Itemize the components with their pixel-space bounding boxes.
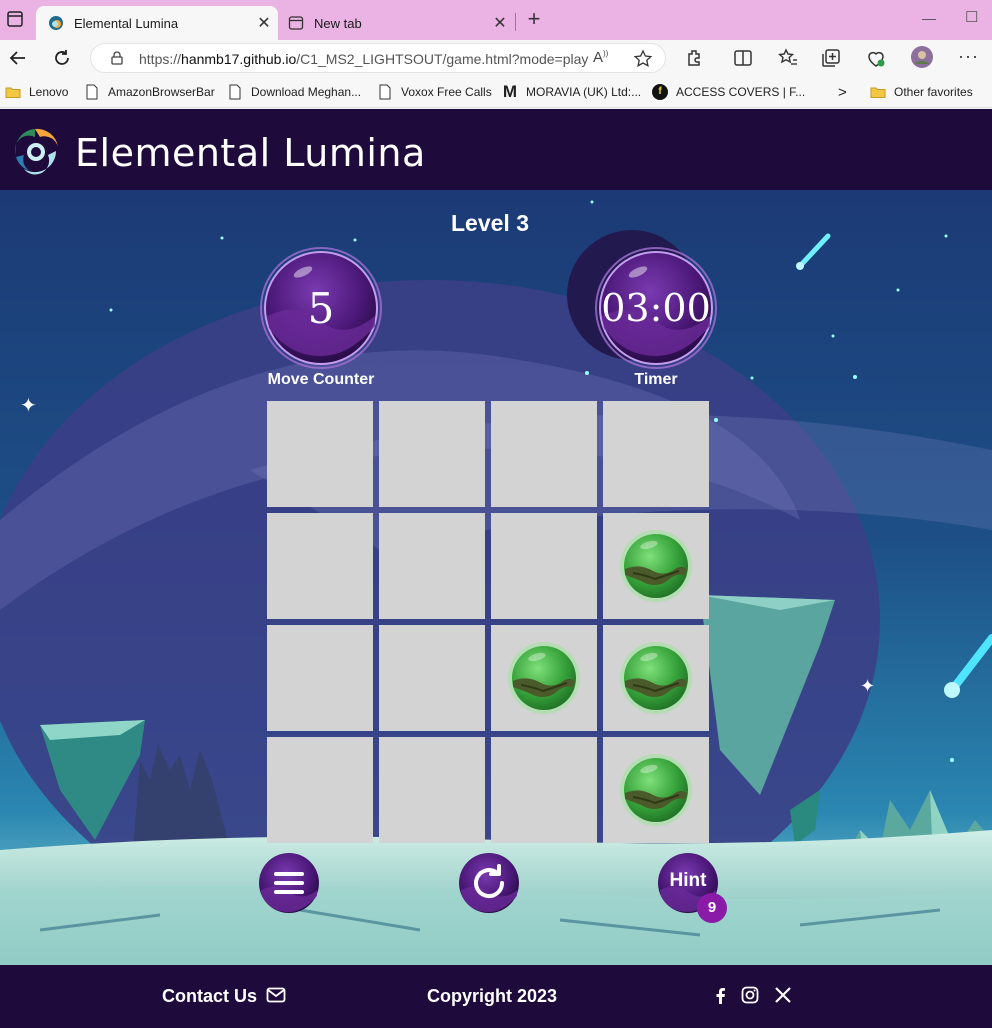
favorite-label: Other favorites — [894, 85, 973, 99]
favorite-lenovo[interactable]: Lenovo — [5, 82, 68, 102]
hamburger-menu-icon — [274, 872, 304, 894]
favorites-more-chevron-icon[interactable]: > — [838, 82, 847, 102]
site-footer: Contact Us Copyright 2023 — [0, 965, 992, 1028]
timer-label: Timer — [634, 371, 678, 388]
settings-more-icon[interactable]: ··· — [958, 46, 979, 67]
earth-orb-icon — [620, 530, 692, 602]
url-path: /C1_MS2_LIGHTSOUT/game.html?mode=play — [296, 51, 589, 67]
profile-avatar-icon[interactable] — [910, 45, 934, 69]
favorite-star-icon[interactable] — [633, 49, 653, 69]
svg-text:✦: ✦ — [860, 676, 875, 697]
folder-icon — [5, 87, 21, 98]
contact-us-link[interactable]: Contact Us — [162, 986, 257, 1007]
site-header: Elemental Lumina — [0, 109, 992, 190]
maximize-icon[interactable]: ☐ — [965, 8, 978, 26]
page-icon — [229, 84, 241, 100]
svg-text:✦: ✦ — [20, 393, 37, 417]
sidebar-toggle-icon[interactable] — [6, 10, 24, 28]
page-icon — [379, 84, 391, 100]
restart-button[interactable] — [458, 852, 520, 914]
f-logo-icon: f — [652, 84, 668, 100]
read-aloud-icon[interactable]: A)) — [593, 49, 608, 66]
page-icon — [86, 84, 98, 100]
grid-cell-3-3[interactable] — [603, 737, 709, 843]
address-bar[interactable]: https://hanmb17.github.io/C1_MS2_LIGHTSO… — [90, 43, 666, 73]
tab-close-icon[interactable]: ✕ — [250, 13, 278, 33]
web-page: Elemental Lumina ✦ ✦ Level 3 5 Move Coun… — [0, 109, 992, 1028]
refresh-icon[interactable] — [51, 47, 73, 69]
new-tab-page-icon — [288, 16, 304, 30]
earth-orb-icon — [508, 642, 580, 714]
grid-cell-0-2[interactable] — [491, 401, 597, 507]
earth-orb-icon — [620, 754, 692, 826]
browser-toolbar: https://hanmb17.github.io/C1_MS2_LIGHTSO… — [0, 40, 992, 76]
level-title: Level 3 — [451, 210, 529, 236]
tab-separator — [515, 13, 516, 31]
favorite-label: ACCESS COVERS | F... — [676, 85, 806, 99]
grid-cell-2-1[interactable] — [379, 625, 485, 731]
folder-icon — [870, 87, 886, 98]
favorites-icon[interactable] — [777, 47, 799, 69]
facebook-icon[interactable] — [711, 985, 731, 1005]
site-favicon-icon — [49, 16, 63, 30]
copyright-text: Copyright 2023 — [427, 986, 558, 1006]
elemental-swirl-logo[interactable] — [10, 125, 60, 175]
grid-cell-2-0[interactable] — [267, 625, 373, 731]
back-arrow-icon[interactable] — [7, 47, 29, 69]
grid-cell-3-0[interactable] — [267, 737, 373, 843]
grid-cell-0-3[interactable] — [603, 401, 709, 507]
favorite-label: Download Meghan... — [251, 85, 362, 99]
url-text: https://hanmb17.github.io/C1_MS2_LIGHTSO… — [139, 51, 588, 67]
browser-tab-bar: Elemental Lumina ✕ New tab ✕ + — ☐ — [0, 0, 992, 40]
grid-cell-0-0[interactable] — [267, 401, 373, 507]
tab-elemental-lumina[interactable]: Elemental Lumina ✕ — [36, 6, 278, 40]
favorite-label: AmazonBrowserBar — [108, 85, 215, 99]
grid-cell-1-2[interactable] — [491, 513, 597, 619]
split-screen-icon[interactable] — [732, 47, 754, 69]
hint-label: Hint — [669, 870, 707, 891]
game-board — [267, 401, 711, 845]
lock-icon[interactable] — [109, 50, 125, 66]
favorite-label: MORAVIA (UK) Ltd:... — [526, 85, 642, 99]
favorite-download-meghan[interactable]: Download Meghan... — [227, 82, 361, 102]
grid-cell-1-1[interactable] — [379, 513, 485, 619]
menu-button[interactable] — [258, 852, 320, 914]
favorite-amazonbrowserbar[interactable]: AmazonBrowserBar — [84, 82, 215, 102]
move-counter-value: 5 — [307, 284, 335, 333]
collections-icon[interactable] — [820, 47, 842, 69]
move-counter-label: Move Counter — [267, 371, 375, 388]
favorite-voxox[interactable]: Voxox Free Calls — [377, 82, 492, 102]
favorite-access-covers[interactable]: f ACCESS COVERS | F... — [652, 82, 805, 102]
favorite-moravia[interactable]: M MORAVIA (UK) Ltd:... — [502, 82, 641, 102]
grid-cell-3-2[interactable] — [491, 737, 597, 843]
favorite-label: Lenovo — [29, 85, 69, 99]
url-host: hanmb17.github.io — [181, 51, 297, 67]
extensions-icon[interactable] — [684, 47, 706, 69]
hint-count-badge: 9 — [697, 893, 727, 923]
tab-close-icon[interactable]: ✕ — [486, 13, 514, 33]
envelope-icon[interactable] — [266, 987, 286, 1003]
grid-cell-1-0[interactable] — [267, 513, 373, 619]
tab-title: Elemental Lumina — [74, 15, 179, 31]
new-tab-button[interactable]: + — [522, 8, 546, 32]
grid-cell-1-3[interactable] — [603, 513, 709, 619]
timer-value: 03:00 — [601, 286, 711, 330]
m-logo-icon: M — [502, 82, 518, 101]
tab-title: New tab — [314, 15, 362, 31]
grid-cell-3-1[interactable] — [379, 737, 485, 843]
tab-new-tab[interactable]: New tab ✕ — [280, 6, 514, 40]
earth-orb-icon — [620, 642, 692, 714]
x-icon[interactable] — [773, 985, 793, 1005]
url-prefix: https:// — [139, 51, 182, 67]
instagram-icon[interactable] — [740, 985, 760, 1005]
favorite-label: Voxox Free Calls — [401, 85, 492, 99]
browser-essentials-icon[interactable] — [865, 47, 887, 69]
grid-cell-2-3[interactable] — [603, 625, 709, 731]
favorite-other-favorites[interactable]: Other favorites — [870, 82, 973, 102]
grid-cell-0-1[interactable] — [379, 401, 485, 507]
minimize-icon[interactable]: — — [922, 10, 936, 26]
grid-cell-2-2[interactable] — [491, 625, 597, 731]
site-title[interactable]: Elemental Lumina — [75, 131, 426, 175]
favorites-bar: Lenovo AmazonBrowserBar Download Meghan.… — [0, 76, 992, 108]
